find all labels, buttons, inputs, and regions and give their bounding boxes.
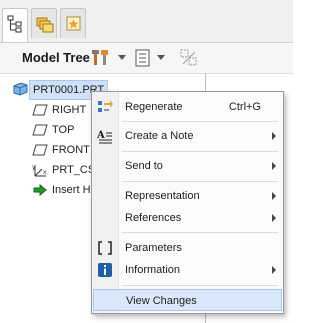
menu-item-references[interactable]: References xyxy=(92,207,283,229)
model-tree-header: Model Tree xyxy=(0,43,293,74)
folder-browser-tab[interactable] xyxy=(31,8,57,38)
menu-item-information[interactable]: Information xyxy=(92,259,283,281)
menu-item-create-note[interactable]: A Create a Note xyxy=(92,125,283,147)
datum-plane-icon xyxy=(32,124,48,136)
menu-item-label: Regenerate xyxy=(125,101,183,113)
tree-item-label: PRT_CS xyxy=(52,164,96,176)
favorites-icon xyxy=(66,16,81,31)
menu-item-shortcut: Ctrl+G xyxy=(228,101,261,113)
show-dropdown-icon[interactable] xyxy=(157,55,165,60)
menu-item-regenerate[interactable]: Regenerate Ctrl+G xyxy=(92,96,283,118)
menu-item-send-to[interactable]: Send to xyxy=(92,155,283,177)
menu-item-view-changes[interactable]: View Changes xyxy=(93,289,282,311)
menu-separator xyxy=(122,181,278,182)
menu-item-label: Information xyxy=(125,264,181,276)
information-icon xyxy=(98,263,112,277)
model-tree-title: Model Tree xyxy=(22,50,90,65)
tree-item-label: RIGHT xyxy=(52,104,87,116)
model-tree-tab[interactable] xyxy=(2,8,28,42)
menu-item-label: Parameters xyxy=(125,242,182,254)
submenu-arrow-icon xyxy=(272,214,276,222)
panel-tab-strip xyxy=(0,0,293,43)
svg-text:x: x xyxy=(43,169,47,176)
menu-item-representation[interactable]: Representation xyxy=(92,185,283,207)
note-icon: A xyxy=(97,130,112,144)
menu-separator xyxy=(122,285,278,286)
menu-separator xyxy=(122,151,278,152)
submenu-arrow-icon xyxy=(272,162,276,170)
parameters-icon xyxy=(98,241,112,255)
show-list-icon[interactable] xyxy=(134,49,152,67)
menu-item-label: Create a Note xyxy=(125,130,194,142)
tree-item-label: Insert H xyxy=(52,184,91,196)
settings-dropdown-icon[interactable] xyxy=(118,55,126,60)
insert-here-arrow-icon xyxy=(33,183,47,197)
submenu-arrow-icon xyxy=(272,192,276,200)
favorites-tab[interactable] xyxy=(60,8,86,38)
menu-item-label: Send to xyxy=(125,160,163,172)
part-icon xyxy=(13,82,28,96)
submenu-arrow-icon xyxy=(272,132,276,140)
tree-item-label: FRONT xyxy=(52,144,90,156)
menu-item-parameters[interactable]: Parameters xyxy=(92,237,283,259)
model-tree-icon xyxy=(7,15,22,33)
menu-item-label: View Changes xyxy=(126,295,197,307)
filter-disabled-icon[interactable] xyxy=(180,49,198,67)
menu-separator xyxy=(122,232,278,233)
tree-item-label: TOP xyxy=(52,124,75,136)
svg-text:y: y xyxy=(32,164,36,171)
svg-text:A: A xyxy=(97,130,105,141)
datum-plane-icon xyxy=(32,104,48,116)
menu-item-label: References xyxy=(125,212,182,224)
settings-tools-icon[interactable] xyxy=(92,49,110,67)
datum-plane-icon xyxy=(32,144,48,156)
menu-separator xyxy=(122,121,278,122)
menu-item-label: Representation xyxy=(125,190,200,202)
context-menu: Regenerate Ctrl+G A Create a Note Send t… xyxy=(91,91,284,314)
regenerate-icon xyxy=(98,100,113,112)
submenu-arrow-icon xyxy=(272,266,276,274)
folder-icon xyxy=(36,17,54,33)
coordinate-system-icon: y x xyxy=(32,164,47,177)
